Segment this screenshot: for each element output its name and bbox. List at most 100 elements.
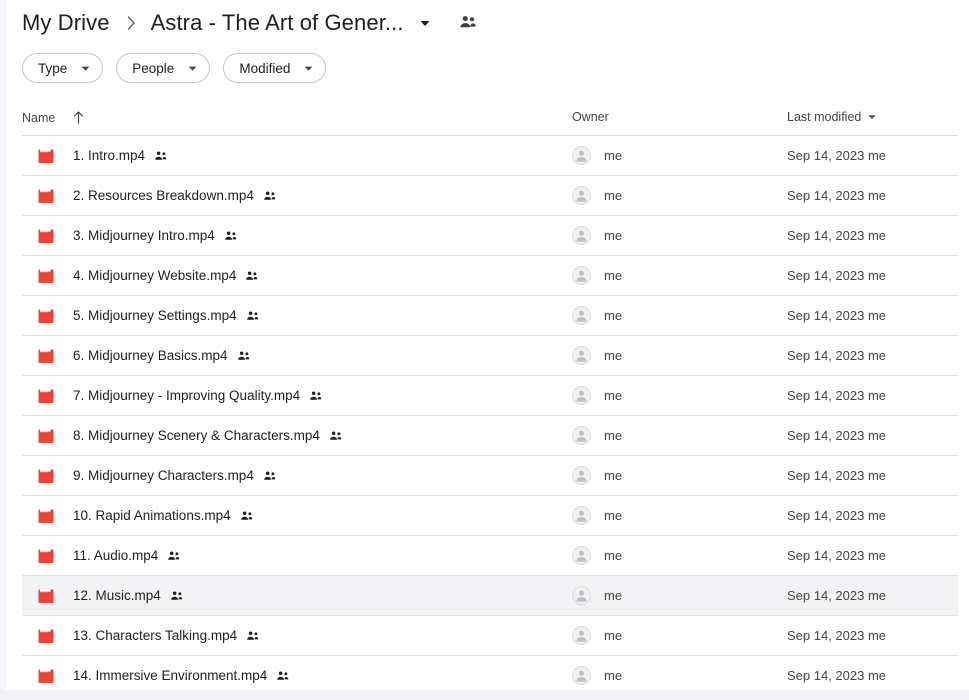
owner-cell: me xyxy=(572,216,622,255)
owner-label: me xyxy=(604,468,622,483)
table-row[interactable]: 1. Intro.mp4meSep 14, 2023 me xyxy=(22,136,958,176)
shared-people-icon xyxy=(246,629,260,643)
column-header-name[interactable]: Name xyxy=(22,110,85,125)
file-name-label: 2. Resources Breakdown.mp4 xyxy=(73,188,254,203)
video-file-icon xyxy=(36,226,56,246)
last-modified-cell: Sep 14, 2023 me xyxy=(787,136,886,175)
video-file-icon xyxy=(36,386,56,406)
last-modified-cell: Sep 14, 2023 me xyxy=(787,336,886,375)
shared-people-icon xyxy=(167,549,181,563)
owner-cell: me xyxy=(572,496,622,535)
breadcrumb-root-my-drive[interactable]: My Drive xyxy=(22,10,110,36)
file-name-label: 4. Midjourney Website.mp4 xyxy=(73,268,236,283)
person-avatar-icon xyxy=(572,146,591,165)
filter-chip-type[interactable]: Type xyxy=(22,53,103,83)
file-name-label: 14. Immersive Environment.mp4 xyxy=(73,668,267,683)
file-name-label: 7. Midjourney - Improving Quality.mp4 xyxy=(73,388,300,403)
last-modified-cell: Sep 14, 2023 me xyxy=(787,416,886,455)
file-name-cell: 13. Characters Talking.mp4 xyxy=(36,616,260,655)
table-row[interactable]: 8. Midjourney Scenery & Characters.mp4me… xyxy=(22,416,958,456)
table-row[interactable]: 9. Midjourney Characters.mp4 me Sep 14, 20… xyxy=(22,456,958,496)
video-file-icon xyxy=(36,306,56,326)
video-file-icon xyxy=(36,506,56,526)
column-header-owner[interactable]: Owner xyxy=(572,110,609,124)
last-modified-cell: Sep 14, 2023 me xyxy=(787,296,886,335)
person-avatar-icon xyxy=(572,186,591,205)
video-file-icon xyxy=(36,426,56,446)
person-avatar-icon xyxy=(572,426,591,445)
table-row[interactable]: 10. Rapid Animations.mp4meSep 14, 2023 m… xyxy=(22,496,958,536)
table-row[interactable]: 7. Midjourney - Improving Quality.mp4meS… xyxy=(22,376,958,416)
owner-cell: me xyxy=(572,616,622,655)
owner-cell: me xyxy=(572,136,622,175)
table-row[interactable]: 12. Music.mp4meSep 14, 2023 me xyxy=(22,576,958,616)
last-modified-cell: Sep 14, 2023 me xyxy=(787,456,886,495)
file-name-cell: 9. Midjourney Characters.mp4 xyxy=(36,456,277,495)
person-avatar-icon xyxy=(572,306,591,325)
shared-people-icon[interactable] xyxy=(458,13,478,33)
video-file-icon xyxy=(36,146,56,166)
table-row[interactable]: 13. Characters Talking.mp4meSep 14, 2023… xyxy=(22,616,958,656)
person-avatar-icon xyxy=(572,626,591,645)
person-avatar-icon xyxy=(572,346,591,365)
file-list-table: Name Owner Last modified 1. Int xyxy=(0,104,969,696)
owner-cell: me xyxy=(572,256,622,295)
shared-people-icon xyxy=(224,229,238,243)
shared-people-icon xyxy=(276,669,290,683)
drive-file-browser: My Drive Astra - The Art of Gener... Typ… xyxy=(0,0,969,700)
filter-chip-people-label: People xyxy=(132,61,174,76)
shared-people-icon xyxy=(245,269,259,283)
column-header-last-modified[interactable]: Last modified xyxy=(787,110,877,124)
shared-people-icon xyxy=(170,589,184,603)
chevron-down-icon xyxy=(80,63,91,74)
owner-cell: me xyxy=(572,176,622,215)
person-avatar-icon xyxy=(572,546,591,565)
chevron-right-icon xyxy=(126,15,137,31)
last-modified-cell: Sep 14, 2023 me xyxy=(787,176,886,215)
owner-label: me xyxy=(604,668,622,683)
table-row[interactable]: 5. Midjourney Settings.mp4meSep 14, 2023… xyxy=(22,296,958,336)
filter-chip-modified[interactable]: Modified xyxy=(223,53,326,83)
last-modified-cell: Sep 14, 2023 me xyxy=(787,376,886,415)
video-file-icon xyxy=(36,186,56,206)
shared-people-icon xyxy=(309,389,323,403)
bottom-edge-strip xyxy=(0,690,969,700)
video-file-icon xyxy=(36,266,56,286)
filter-chip-type-label: Type xyxy=(38,61,67,76)
table-row[interactable]: 4. Midjourney Website.mp4 me Sep 14, 2023 … xyxy=(22,256,958,296)
shared-people-icon xyxy=(263,469,277,483)
last-modified-cell: Sep 14, 2023 me xyxy=(787,256,886,295)
person-avatar-icon xyxy=(572,266,591,285)
owner-label: me xyxy=(604,348,622,363)
chevron-down-icon[interactable] xyxy=(418,16,432,30)
table-row[interactable]: 11. Audio.mp4meSep 14, 2023 me xyxy=(22,536,958,576)
file-name-cell: 3. Midjourney Intro.mp4 xyxy=(36,216,238,255)
table-row[interactable]: 3. Midjourney Intro.mp4meSep 14, 2023 me xyxy=(22,216,958,256)
owner-label: me xyxy=(604,148,622,163)
file-name-label: 12. Music.mp4 xyxy=(73,588,161,603)
shared-people-icon xyxy=(263,189,277,203)
file-name-cell: 4. Midjourney Website.mp4 xyxy=(36,256,259,295)
filter-chip-people[interactable]: People xyxy=(116,53,210,83)
person-avatar-icon xyxy=(572,666,591,685)
file-name-label: 5. Midjourney Settings.mp4 xyxy=(73,308,237,323)
person-avatar-icon xyxy=(572,586,591,605)
column-header-name-label: Name xyxy=(22,111,55,125)
file-rows: 1. Intro.mp4meSep 14, 2023 me2. Resource… xyxy=(0,136,969,696)
table-row[interactable]: 6. Midjourney Basics.mp4meSep 14, 2023 m… xyxy=(22,336,958,376)
owner-label: me xyxy=(604,628,622,643)
owner-label: me xyxy=(604,588,622,603)
last-modified-cell: Sep 14, 2023 me xyxy=(787,536,886,575)
video-file-icon xyxy=(36,586,56,606)
file-name-label: 3. Midjourney Intro.mp4 xyxy=(73,228,215,243)
breadcrumb-current-folder[interactable]: Astra - The Art of Gener... xyxy=(151,10,404,36)
owner-cell: me xyxy=(572,456,622,495)
owner-label: me xyxy=(604,428,622,443)
file-name-cell: 7. Midjourney - Improving Quality.mp4 xyxy=(36,376,323,415)
shared-people-icon xyxy=(329,429,343,443)
table-row[interactable]: 2. Resources Breakdown.mp4 me Sep 14, 2023… xyxy=(22,176,958,216)
file-name-cell: 11. Audio.mp4 xyxy=(36,536,181,575)
file-name-label: 10. Rapid Animations.mp4 xyxy=(73,508,231,523)
owner-cell: me xyxy=(572,336,622,375)
chevron-down-icon xyxy=(187,63,198,74)
